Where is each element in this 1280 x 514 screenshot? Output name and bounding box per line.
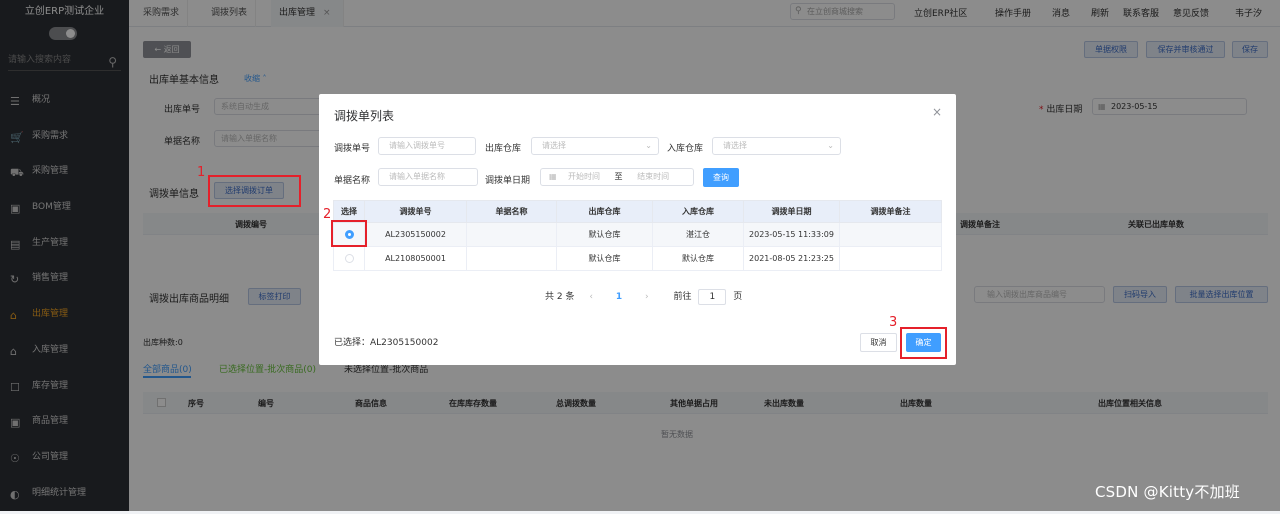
query-button[interactable]: 查询 [703, 168, 739, 187]
goto-label: 前往 [673, 292, 692, 302]
cell-date: 2023-05-15 11:33:09 [743, 222, 840, 247]
filter-no-input[interactable]: 请输入调拨单号 [378, 137, 476, 155]
filter-in-warehouse-select[interactable]: 请选择 ⌄ [712, 137, 841, 155]
filter-date-label: 调拨单日期 [485, 176, 531, 186]
annotation-box-3 [900, 327, 947, 359]
cell-in-warehouse: 默认仓库 [652, 246, 744, 271]
filter-no-label: 调拨单号 [334, 144, 371, 154]
filter-name-input[interactable]: 请输入单据名称 [378, 168, 478, 186]
col-out-warehouse: 出库仓库 [556, 200, 653, 223]
cell-transfer-no: AL2305150002 [364, 222, 467, 247]
next-page-button[interactable]: › [645, 292, 649, 302]
watermark: CSDN @Kitty不加班 [1095, 483, 1240, 501]
selected-text: 已选择：AL2305150002 [334, 338, 439, 348]
row-select-cell[interactable] [333, 246, 365, 271]
chevron-down-icon: ⌄ [827, 141, 834, 150]
cell-remark [839, 246, 942, 271]
filter-name-label: 单据名称 [334, 176, 371, 186]
col-remark: 调拨单备注 [839, 200, 942, 223]
filter-out-warehouse-select[interactable]: 请选择 ⌄ [531, 137, 659, 155]
page-number[interactable]: 1 [616, 292, 622, 302]
table-row[interactable]: AL2305150002 默认仓库 湛江仓 2023-05-15 11:33:0… [333, 222, 942, 247]
annotation-box-2 [331, 220, 367, 247]
chevron-down-icon: ⌄ [645, 141, 652, 150]
cell-in-warehouse: 湛江仓 [652, 222, 744, 247]
col-transfer-no: 调拨单号 [364, 200, 467, 223]
cancel-button[interactable]: 取消 [860, 333, 897, 352]
cell-transfer-no: AL2108050001 [364, 246, 467, 271]
filter-date-range[interactable]: ▦ 开始时间 至 结束时间 [540, 168, 694, 186]
transfer-list-dialog: 调拨单列表 × 调拨单号 请输入调拨单号 出库仓库 请选择 ⌄ 入库仓库 请选择 ⌄… [319, 94, 956, 365]
calendar-icon: ▦ [549, 172, 557, 181]
cell-out-warehouse: 默认仓库 [556, 222, 653, 247]
col-doc-name: 单据名称 [466, 200, 557, 223]
pagination-total: 共 2 条 [545, 292, 575, 302]
annotation-number-3: 3 [889, 315, 898, 330]
filter-out-warehouse-label: 出库仓库 [485, 144, 522, 154]
date-separator: 至 [614, 172, 623, 181]
date-end-placeholder: 结束时间 [637, 172, 670, 181]
goto-page-input[interactable]: 1 [698, 289, 727, 305]
cell-remark [839, 222, 942, 247]
annotation-box-1 [208, 175, 301, 207]
filter-in-warehouse-label: 入库仓库 [667, 144, 704, 154]
close-icon[interactable]: × [932, 105, 942, 119]
transfer-table: 选择 调拨单号 单据名称 出库仓库 入库仓库 调拨单日期 调拨单备注 AL230… [333, 200, 942, 271]
annotation-number-2: 2 [323, 207, 332, 222]
col-date: 调拨单日期 [743, 200, 840, 223]
dialog-title: 调拨单列表 [334, 109, 395, 123]
filter-in-placeholder: 请选择 [723, 141, 747, 150]
cell-out-warehouse: 默认仓库 [556, 246, 653, 271]
pagination: 共 2 条 ‹ 1 › 前往 1 页 [545, 289, 742, 305]
table-row[interactable]: AL2108050001 默认仓库 默认仓库 2021-08-05 21:23:… [333, 246, 942, 271]
filter-out-placeholder: 请选择 [542, 141, 566, 150]
page-suffix: 页 [733, 292, 743, 302]
annotation-number-1: 1 [197, 165, 206, 180]
cell-doc-name [466, 222, 557, 247]
date-start-placeholder: 开始时间 [568, 172, 600, 181]
cell-doc-name [466, 246, 557, 271]
row-radio[interactable] [344, 254, 354, 263]
col-in-warehouse: 入库仓库 [652, 200, 744, 223]
table-header-row: 选择 调拨单号 单据名称 出库仓库 入库仓库 调拨单日期 调拨单备注 [333, 200, 942, 223]
prev-page-button[interactable]: ‹ [589, 292, 593, 302]
cell-date: 2021-08-05 21:23:25 [743, 246, 840, 271]
